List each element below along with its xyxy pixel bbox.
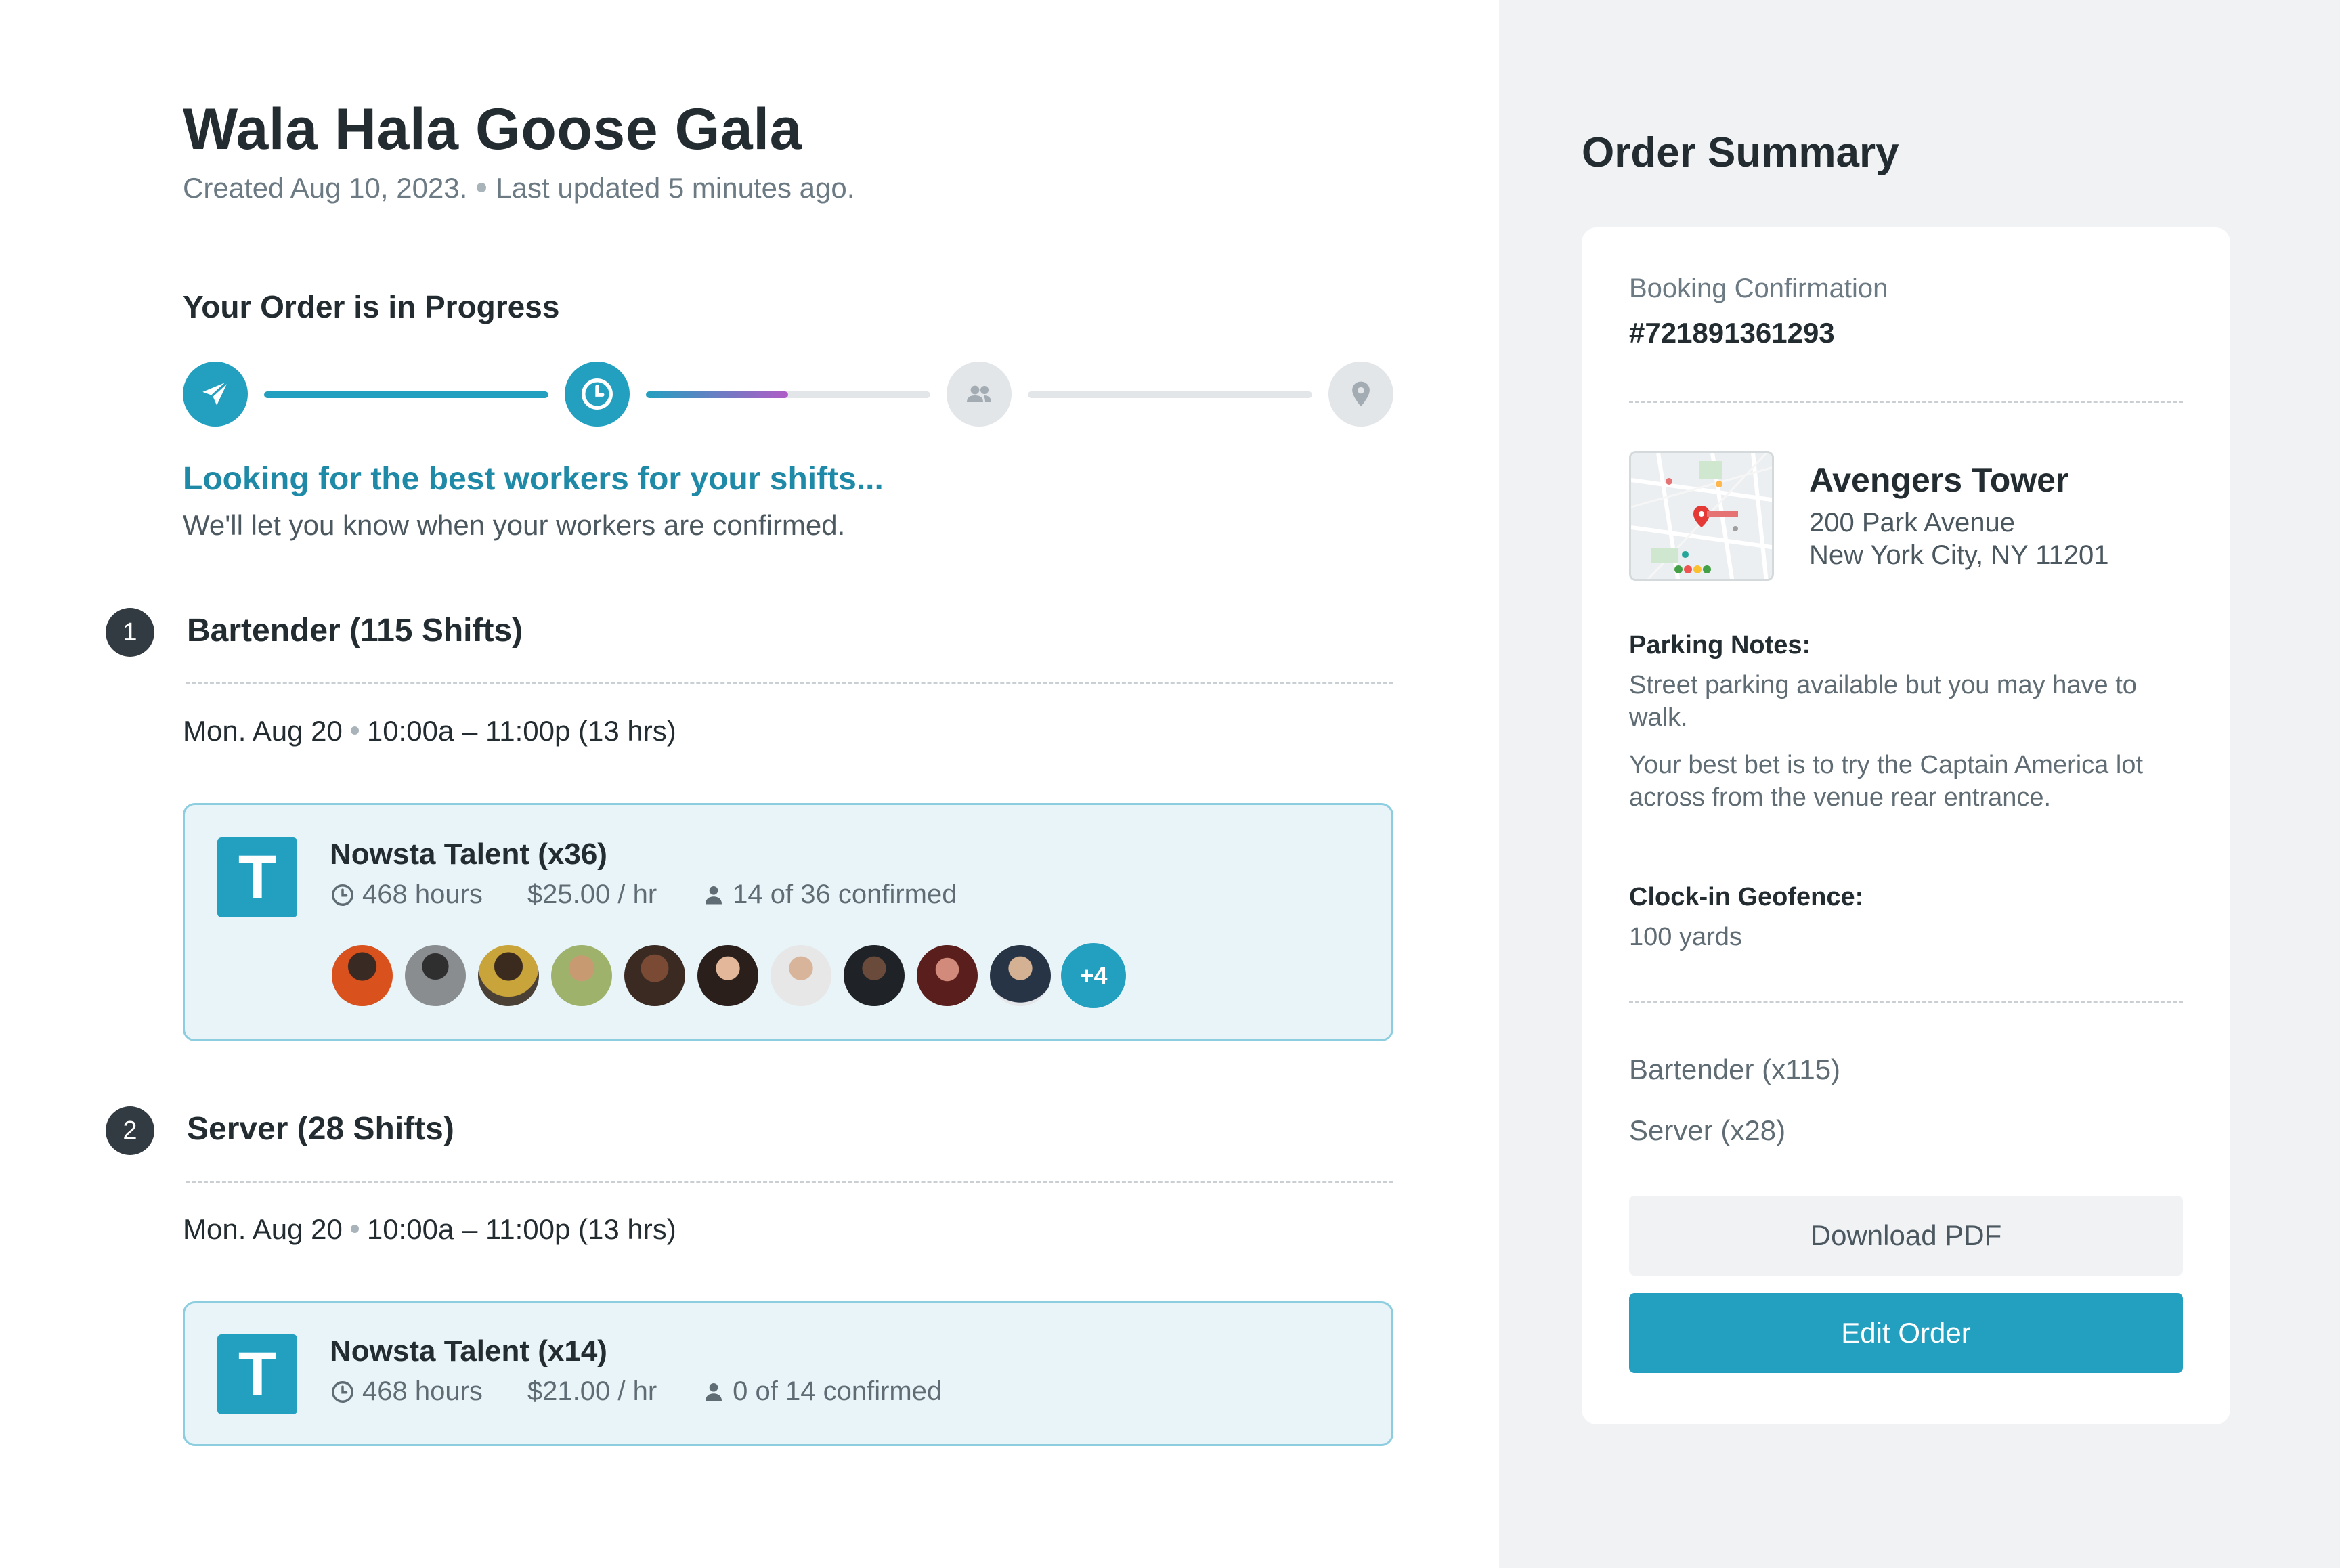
avatar[interactable] — [915, 943, 980, 1008]
progress-heading: Your Order is in Progress — [183, 289, 560, 324]
talent-confirmed: 14 of 36 confirmed — [701, 879, 957, 910]
order-summary-card: Booking Confirmation #721891361293 Aveng… — [1582, 227, 2230, 1424]
avatar[interactable] — [695, 943, 760, 1008]
talent-rate: $25.00 / hr — [527, 879, 657, 909]
download-pdf-button[interactable]: Download PDF — [1629, 1196, 2183, 1276]
status-title: Looking for the best workers for your sh… — [183, 461, 884, 497]
shift-date: Mon. Aug 20 — [183, 715, 343, 747]
talent-card-server[interactable]: T Nowsta Talent (x14) 468 hours $21.00 /… — [183, 1301, 1393, 1446]
paper-plane-icon — [202, 380, 229, 406]
talent-meta: 468 hours $25.00 / hr 14 of 36 confirmed — [330, 879, 1001, 910]
role-number-badge: 1 — [106, 608, 154, 657]
talent-hours: 468 hours — [330, 879, 483, 910]
progress-segment-2-fill — [646, 391, 788, 398]
avatar[interactable] — [768, 943, 833, 1008]
step-event — [1328, 362, 1393, 427]
talent-name: Nowsta Talent (x14) — [330, 1334, 607, 1368]
parking-notes-text-2: Your best bet is to try the Captain Amer… — [1629, 751, 2143, 812]
talent-rate: $21.00 / hr — [527, 1376, 657, 1406]
parking-notes-text-1: Street parking available but you may hav… — [1629, 671, 2137, 732]
parking-notes-label: Parking Notes: — [1629, 631, 1811, 659]
clock-icon — [582, 378, 613, 410]
more-workers-badge[interactable]: +4 — [1061, 943, 1126, 1008]
divider — [1629, 401, 2183, 403]
separator-dot — [477, 182, 487, 192]
avatar[interactable] — [988, 943, 1053, 1008]
person-icon — [706, 886, 722, 904]
booking-confirmation-label: Booking Confirmation — [1629, 274, 1888, 303]
talent-logo: T — [217, 837, 297, 917]
role-title: Server (28 Shifts) — [187, 1111, 454, 1147]
talent-card-bartender[interactable]: T Nowsta Talent (x36) 468 hours $25.00 /… — [183, 803, 1393, 1041]
divider — [186, 1181, 1393, 1183]
shift-time: Mon. Aug 20 10:00a – 11:00p (13 hrs) — [183, 1213, 676, 1246]
progress-segment-1 — [264, 391, 548, 398]
order-main-panel: Wala Hala Goose Gala Created Aug 10, 202… — [0, 0, 1499, 1568]
order-summary-title: Order Summary — [1582, 129, 1899, 176]
avatar[interactable] — [622, 943, 687, 1008]
worker-avatars: +4 — [330, 943, 1126, 1008]
geofence-label: Clock-in Geofence: — [1629, 883, 1864, 911]
shift-date: Mon. Aug 20 — [183, 1213, 343, 1245]
step-sent — [183, 362, 248, 427]
talent-confirmed-text: 0 of 14 confirmed — [733, 1376, 942, 1406]
shift-time: Mon. Aug 20 10:00a – 11:00p (13 hrs) — [183, 715, 676, 747]
people-icon — [967, 385, 991, 402]
shift-hours: 10:00a – 11:00p (13 hrs) — [366, 715, 676, 747]
talent-name: Nowsta Talent (x36) — [330, 837, 607, 871]
divider — [186, 682, 1393, 684]
last-updated: Last updated 5 minutes ago. — [496, 172, 855, 204]
talent-confirmed-text: 14 of 36 confirmed — [733, 879, 957, 909]
edit-order-button[interactable]: Edit Order — [1629, 1293, 2183, 1373]
venue-name: Avengers Tower — [1809, 461, 2069, 499]
progress-segment-3 — [1028, 391, 1312, 398]
talent-hours: 468 hours — [330, 1376, 483, 1407]
clock-icon — [332, 1380, 353, 1403]
summary-role-server: Server (x28) — [1629, 1114, 1786, 1146]
person-icon — [706, 1382, 722, 1401]
booking-confirmation-number: #721891361293 — [1629, 317, 1835, 349]
avatar[interactable] — [476, 943, 541, 1008]
avatar[interactable] — [842, 943, 907, 1008]
venue-address-line2: New York City, NY 11201 — [1809, 540, 2109, 570]
map-image — [1631, 453, 1772, 579]
avatar[interactable] — [330, 943, 395, 1008]
clock-icon — [332, 884, 353, 906]
status-text: We'll let you know when your workers are… — [183, 509, 846, 541]
summary-role-bartender: Bartender (x115) — [1629, 1053, 1841, 1085]
avatar[interactable] — [403, 943, 468, 1008]
talent-hours-text: 468 hours — [362, 1376, 483, 1406]
role-number-badge: 2 — [106, 1106, 154, 1155]
shift-hours: 10:00a – 11:00p (13 hrs) — [366, 1213, 676, 1245]
role-title: Bartender (115 Shifts) — [187, 613, 523, 649]
venue-map-thumbnail[interactable] — [1629, 451, 1774, 581]
order-timestamps: Created Aug 10, 2023. Last updated 5 minu… — [183, 172, 854, 204]
talent-hours-text: 468 hours — [362, 879, 483, 909]
venue-address-line1: 200 Park Avenue — [1809, 508, 2015, 538]
page-title: Wala Hala Goose Gala — [183, 97, 802, 162]
separator-dot — [350, 726, 359, 735]
avatar[interactable] — [549, 943, 614, 1008]
talent-meta: 468 hours $21.00 / hr 0 of 14 confirmed — [330, 1376, 987, 1407]
step-staffed — [947, 362, 1012, 427]
talent-confirmed: 0 of 14 confirmed — [701, 1376, 942, 1407]
geofence-value: 100 yards — [1629, 923, 1742, 951]
progress-segment-1-fill — [264, 391, 548, 398]
progress-segment-2 — [646, 391, 930, 398]
separator-dot — [350, 1224, 359, 1233]
divider — [1629, 1001, 2183, 1003]
talent-logo: T — [217, 1334, 297, 1414]
step-searching — [565, 362, 630, 427]
created-date: Created Aug 10, 2023. — [183, 172, 468, 204]
location-pin-icon — [1352, 381, 1370, 407]
